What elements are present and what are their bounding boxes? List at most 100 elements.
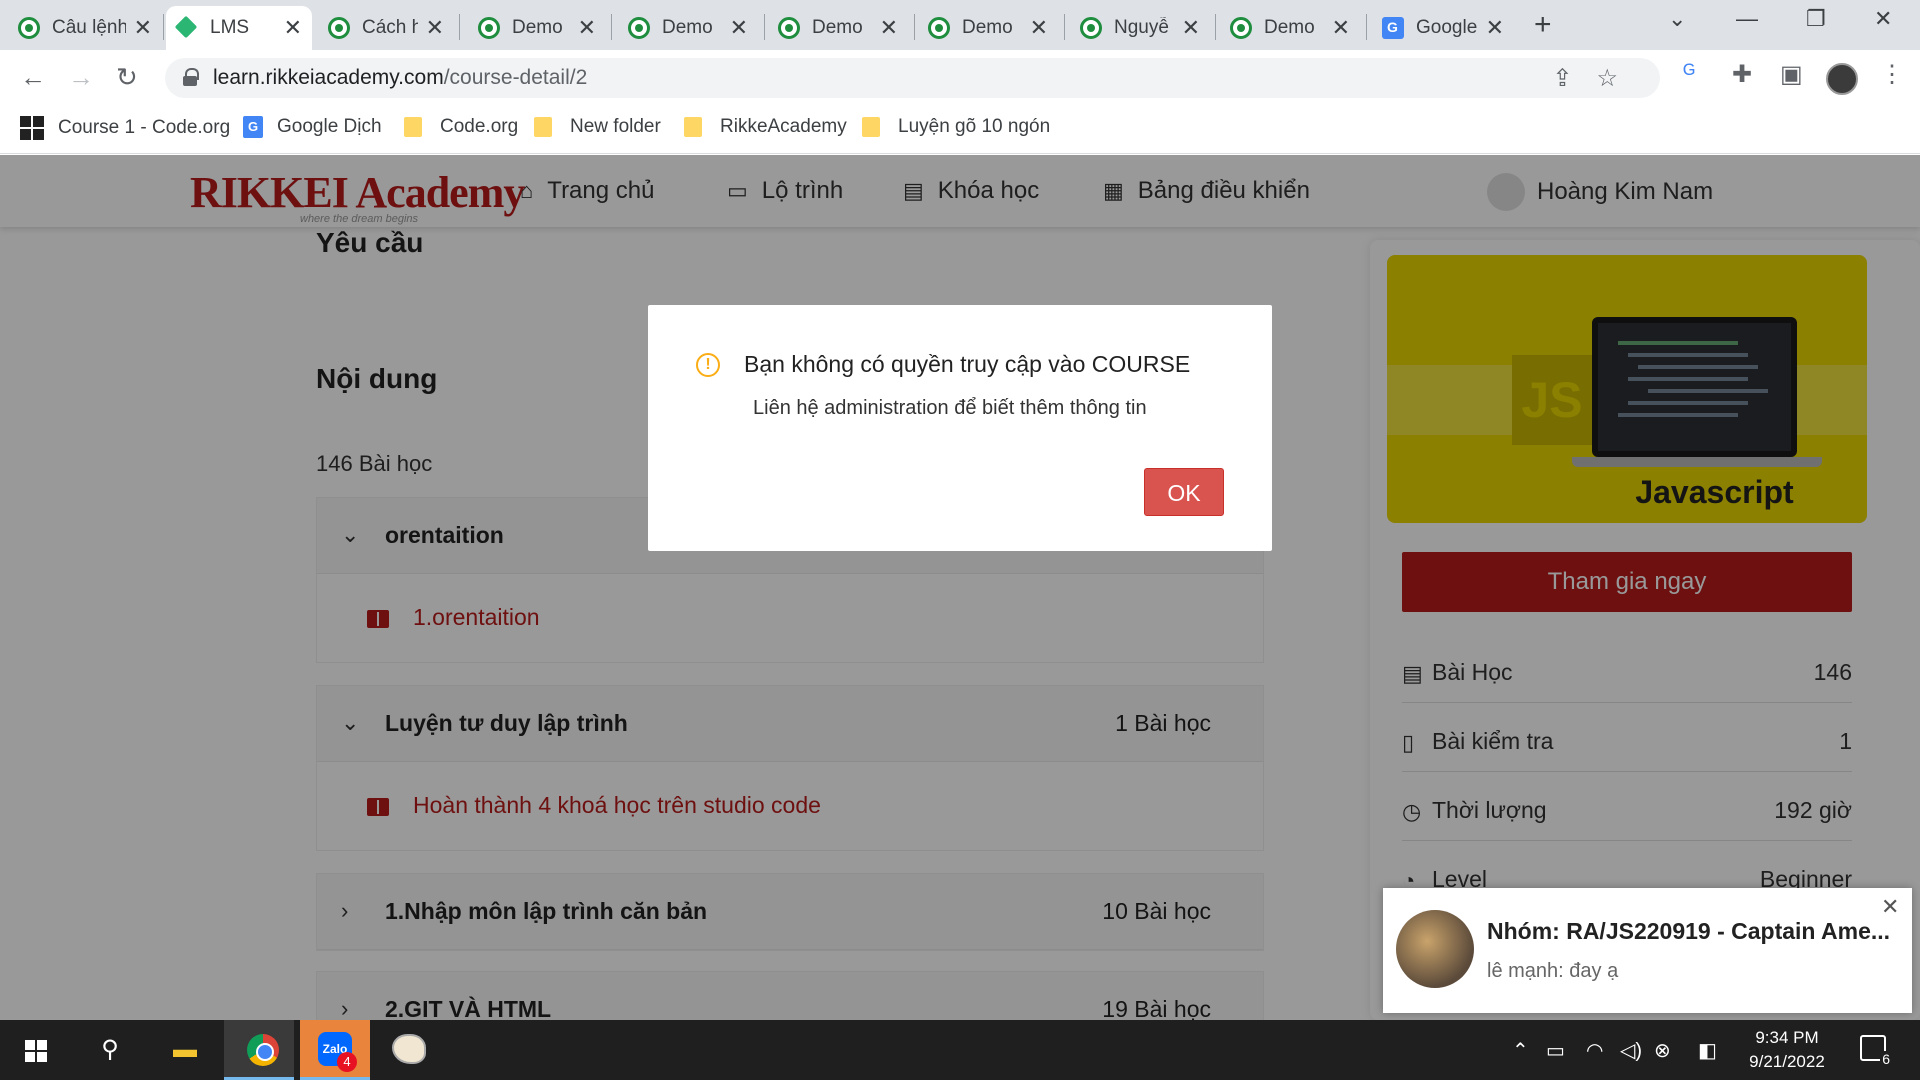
clock-date: 9/21/2022 <box>1749 1052 1825 1071</box>
search-icon[interactable]: ⚲ <box>90 1030 130 1070</box>
tab-title: Câu lệnh <box>52 17 126 38</box>
taskbar-clock[interactable]: 9:34 PM 9/21/2022 <box>1732 1026 1842 1074</box>
tab-title: Cách h <box>362 17 418 38</box>
file-explorer-icon[interactable]: ▬ <box>165 1030 205 1070</box>
address-bar[interactable]: learn.rikkeiacademy.com/course-detail/2 … <box>165 58 1660 98</box>
folder-icon <box>862 117 880 137</box>
close-tab-icon[interactable]: ✕ <box>284 15 302 41</box>
chat-notification[interactable]: Nhóm: RA/JS220919 - Captain Ame... lê mạ… <box>1383 888 1912 1013</box>
bookmark-item[interactable]: Code.org <box>404 116 518 138</box>
menu-kebab-icon[interactable]: ⋮ <box>1880 60 1904 89</box>
volume-icon[interactable]: ◁) <box>1620 1038 1642 1063</box>
new-tab-icon[interactable]: + <box>1534 8 1552 42</box>
windows-taskbar: ⚲ ▬ Zalo 4 ⌃ ▭ ◠ ◁) ⊗ ◧ 9:34 PM 9/21/202… <box>0 1020 1920 1080</box>
close-tab-icon[interactable]: ✕ <box>1486 15 1504 41</box>
close-tab-icon[interactable]: ✕ <box>134 15 152 41</box>
tab-divider <box>459 14 460 40</box>
reload-icon[interactable]: ↻ <box>116 62 138 93</box>
tab-title: Demo <box>662 17 713 38</box>
tab-divider <box>1064 14 1065 40</box>
side-panel-icon[interactable]: ▣ <box>1780 60 1803 89</box>
tab-divider <box>914 14 915 40</box>
dialog-message: Liên hệ administration để biết thêm thôn… <box>753 397 1147 419</box>
bookmark-item[interactable]: Luyện gõ 10 ngón <box>862 116 1050 138</box>
codesandbox-icon <box>928 17 950 39</box>
browser-tab[interactable]: Demo ✕ <box>468 6 606 50</box>
app-tray-icon[interactable]: ◧ <box>1698 1038 1717 1063</box>
close-tab-icon[interactable]: ✕ <box>578 15 596 41</box>
bookmark-label: New folder <box>570 116 661 137</box>
browser-tab-strip: Câu lệnh ✕ LMS ✕ Cách h ✕ Demo ✕ Demo ✕ … <box>0 0 1920 50</box>
bookmark-item[interactable]: Course 1 - Code.org <box>20 116 230 140</box>
browser-tab[interactable]: Demo ✕ <box>918 6 1058 50</box>
browser-tab[interactable]: Google ✕ <box>1372 6 1514 50</box>
bookmark-label: Luyện gõ 10 ngón <box>898 116 1051 137</box>
tab-divider <box>1366 14 1367 40</box>
folder-icon <box>404 117 422 137</box>
warning-icon: ! <box>696 353 720 377</box>
codesandbox-icon <box>18 17 40 39</box>
muted-circle-icon[interactable]: ⊗ <box>1654 1038 1671 1063</box>
folder-icon <box>534 117 552 137</box>
minimize-icon[interactable]: — <box>1736 6 1758 32</box>
bookmark-item[interactable]: New folder <box>534 116 661 138</box>
tab-divider <box>764 14 765 40</box>
browser-tab-active[interactable]: LMS ✕ <box>166 6 312 50</box>
bookmark-label: Code.org <box>440 116 519 137</box>
chrome-icon <box>247 1034 279 1066</box>
bookmark-label: RikkeAcademy <box>720 116 847 137</box>
lms-icon <box>176 17 198 39</box>
close-tab-icon[interactable]: ✕ <box>1182 15 1200 41</box>
browser-tab[interactable]: Nguyễ ✕ <box>1070 6 1210 50</box>
tab-title: Demo <box>1264 17 1315 38</box>
notification-count: 6 <box>1880 1051 1892 1067</box>
codeorg-icon <box>20 116 44 140</box>
ok-button[interactable]: OK <box>1144 468 1224 516</box>
close-icon[interactable]: ✕ <box>1881 894 1899 920</box>
close-tab-icon[interactable]: ✕ <box>880 15 898 41</box>
bookmark-star-icon[interactable]: ☆ <box>1596 65 1642 92</box>
tab-search-icon[interactable]: ⌄ <box>1668 6 1686 32</box>
close-tab-icon[interactable]: ✕ <box>730 15 748 41</box>
profile-avatar[interactable] <box>1826 63 1858 95</box>
url-text[interactable]: learn.rikkeiacademy.com/course-detail/2 <box>213 66 587 90</box>
lock-icon[interactable] <box>183 68 199 86</box>
action-center-icon[interactable]: 6 <box>1860 1035 1892 1067</box>
back-icon[interactable]: ← <box>20 62 46 93</box>
bookmark-item[interactable]: RikkeAcademy <box>684 116 847 138</box>
paint-icon[interactable] <box>392 1034 426 1064</box>
share-icon[interactable]: ⇪ <box>1552 65 1596 92</box>
browser-tab[interactable]: Demo ✕ <box>1220 6 1360 50</box>
tab-title: Google <box>1416 17 1478 38</box>
group-avatar <box>1396 910 1474 988</box>
battery-icon[interactable]: ▭ <box>1546 1038 1565 1063</box>
bookmark-label: Google Dịch <box>277 116 382 137</box>
close-tab-icon[interactable]: ✕ <box>426 15 444 41</box>
close-tab-icon[interactable]: ✕ <box>1332 15 1350 41</box>
access-denied-dialog: ! Bạn không có quyền truy cập vào COURSE… <box>648 305 1272 551</box>
extensions-puzzle-icon[interactable]: ✚ <box>1732 60 1752 89</box>
forward-icon[interactable]: → <box>68 62 94 93</box>
wifi-icon[interactable]: ◠ <box>1586 1038 1603 1063</box>
browser-toolbar: ← → ↻ learn.rikkeiacademy.com/course-det… <box>0 50 1920 106</box>
close-tab-icon[interactable]: ✕ <box>1030 15 1048 41</box>
browser-tab[interactable]: Câu lệnh ✕ <box>8 6 162 50</box>
tab-title: Nguyễ <box>1114 17 1169 38</box>
browser-tab[interactable]: Cách h ✕ <box>318 6 454 50</box>
tab-title: Demo <box>512 17 563 38</box>
restore-icon[interactable]: ❐ <box>1806 6 1826 32</box>
chevron-up-icon[interactable]: ⌃ <box>1512 1038 1529 1063</box>
browser-tab[interactable]: Demo ✕ <box>618 6 758 50</box>
zalo-unread-badge: 4 <box>337 1052 357 1072</box>
bookmark-item[interactable]: G Google Dịch <box>243 116 382 138</box>
codesandbox-icon <box>1080 17 1102 39</box>
close-window-icon[interactable]: ✕ <box>1874 6 1892 32</box>
bookmarks-bar: Course 1 - Code.org G Google Dịch Code.o… <box>0 106 1920 154</box>
codesandbox-icon <box>778 17 800 39</box>
google-translate-icon: G <box>243 116 263 138</box>
browser-tab[interactable]: Demo ✕ <box>768 6 908 50</box>
windows-start-icon[interactable] <box>25 1040 47 1062</box>
google-translate-extension-icon[interactable]: ᴳ <box>1683 60 1695 88</box>
tab-divider <box>1215 14 1216 40</box>
notification-message: lê mạnh: đay ạ <box>1487 960 1619 982</box>
